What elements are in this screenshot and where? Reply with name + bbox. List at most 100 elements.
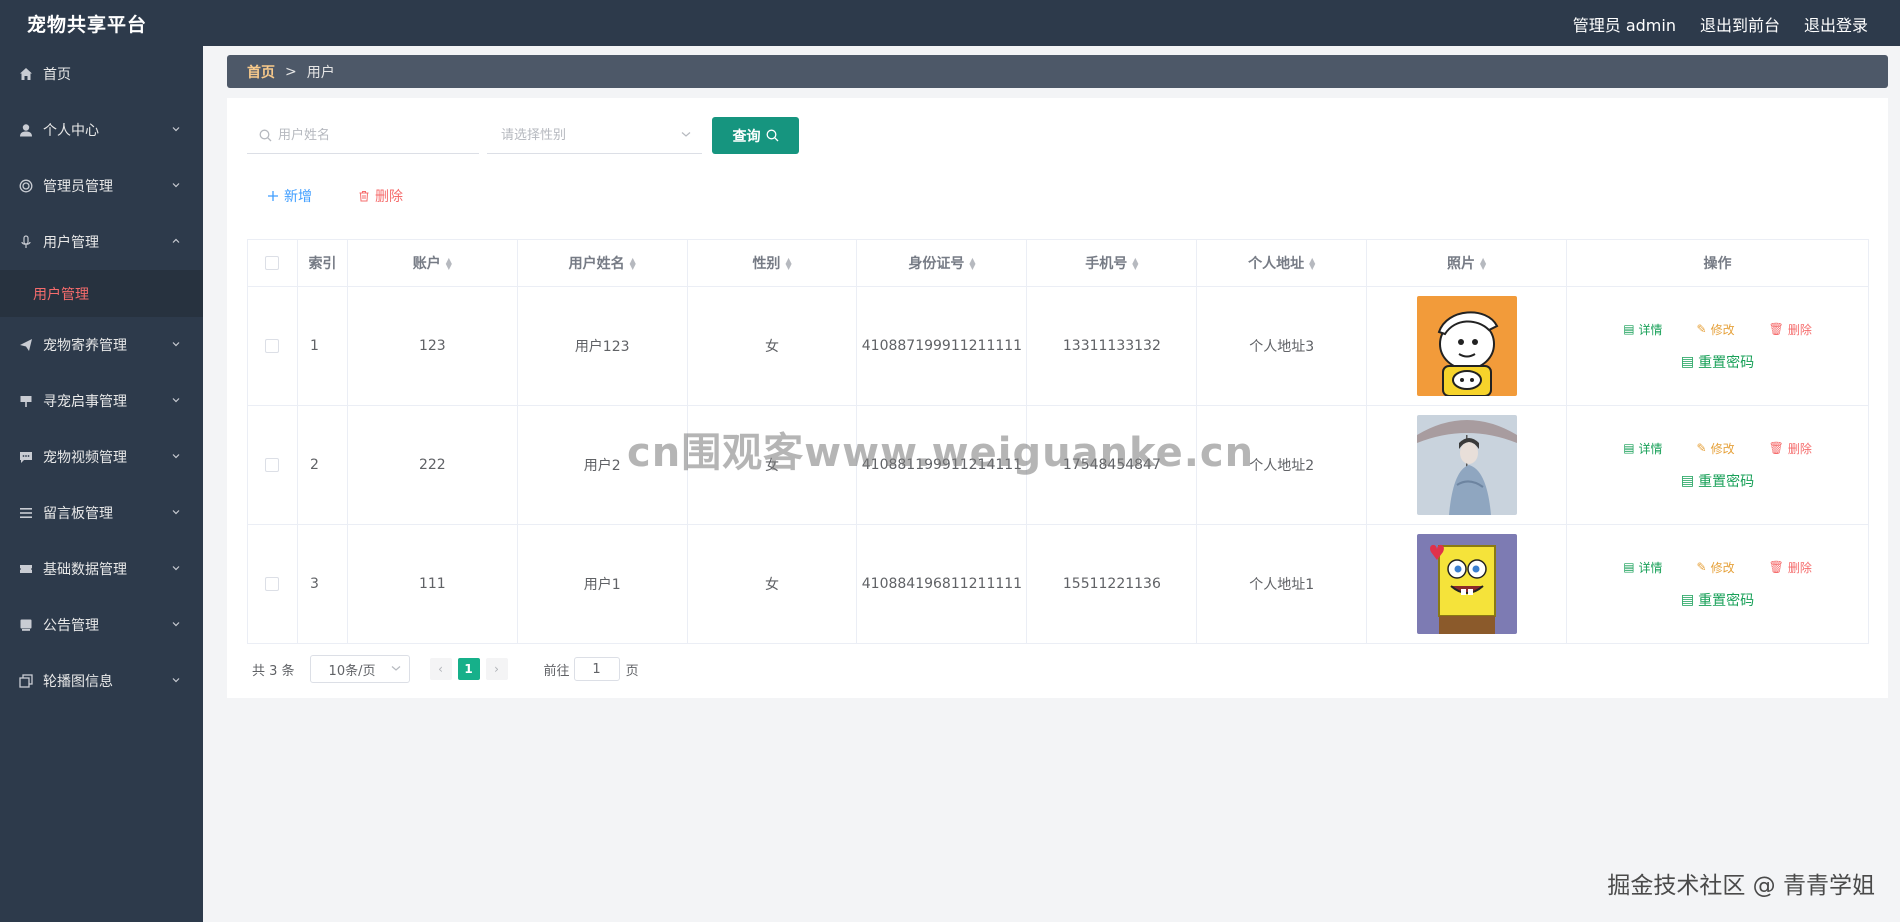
row-checkbox[interactable] bbox=[265, 577, 280, 591]
cell-id-card: 410881199911214111 bbox=[856, 405, 1028, 525]
select-all-checkbox[interactable] bbox=[265, 256, 280, 270]
cell-name: 用户2 bbox=[516, 405, 688, 525]
header-account[interactable]: 账户 ▲ ▼ bbox=[346, 239, 518, 287]
chevron-down-icon bbox=[171, 561, 181, 577]
sidebar-item-notice[interactable]: 公告管理 bbox=[0, 597, 203, 653]
next-page-button[interactable]: › bbox=[485, 658, 508, 680]
submenu-item-user-management[interactable]: 用户管理 bbox=[0, 270, 203, 317]
gender-select[interactable] bbox=[487, 118, 702, 154]
pagination: 共 3 条 10条/页 ‹ 1 › 前往 页 bbox=[252, 655, 639, 683]
sidebar-item-pet-video[interactable]: 宠物视频管理 bbox=[0, 429, 203, 485]
trash-icon: 🗑︎ bbox=[1768, 322, 1784, 336]
edit-button[interactable]: ✎ 修改 bbox=[1697, 321, 1735, 338]
user-photo[interactable] bbox=[1416, 534, 1517, 634]
trash-icon: 🗑︎ bbox=[1768, 441, 1784, 455]
reset-password-button[interactable]: ▤ 重置密码 bbox=[1681, 471, 1754, 491]
sidebar-item-base-data[interactable]: 基础数据管理 bbox=[0, 541, 203, 597]
header-select-all[interactable] bbox=[247, 239, 298, 287]
page-unit-label: 页 bbox=[625, 663, 639, 679]
table-row: 2 222 用户2 女 410881199911214111 175484548… bbox=[247, 405, 1869, 525]
sidebar-item-label: 管理员管理 bbox=[43, 179, 113, 195]
row-checkbox[interactable] bbox=[265, 339, 280, 353]
cell-address: 个人地址1 bbox=[1196, 524, 1368, 644]
name-search-field[interactable] bbox=[247, 118, 479, 154]
sidebar-item-label: 宠物视频管理 bbox=[43, 450, 127, 466]
sort-icon[interactable]: ▲ ▼ bbox=[1132, 257, 1138, 271]
cell-id-card: 410887199911211111 bbox=[856, 286, 1028, 406]
sort-icon[interactable]: ▲ ▼ bbox=[446, 257, 452, 271]
cell-ops: ▤ 详情 ✎ 修改 🗑︎ 删除 ▤ 重置密码 bbox=[1566, 286, 1869, 406]
sort-icon[interactable]: ▲ ▼ bbox=[969, 257, 975, 271]
sidebar-item-lost-pet[interactable]: 寻宠启事管理 bbox=[0, 373, 203, 429]
prev-page-button[interactable]: ‹ bbox=[429, 658, 452, 680]
delete-button[interactable]: 🗑︎ 删除 bbox=[1769, 321, 1812, 338]
logout-link[interactable]: 退出登录 bbox=[1804, 12, 1868, 36]
delete-button[interactable]: 🗑︎ 删除 bbox=[1769, 440, 1812, 457]
cell-id-card: 410884196811211111 bbox=[856, 524, 1028, 644]
sort-icon[interactable]: ▲ ▼ bbox=[1480, 257, 1486, 271]
back-to-front-link[interactable]: 退出到前台 bbox=[1700, 12, 1780, 36]
sidebar-item-home[interactable]: 首页 bbox=[0, 46, 203, 102]
header-address[interactable]: 个人地址 ▲ ▼ bbox=[1196, 239, 1368, 287]
sidebar-item-label: 寻宠启事管理 bbox=[43, 394, 127, 410]
header-name[interactable]: 用户姓名 ▲ ▼ bbox=[516, 239, 688, 287]
edit-button[interactable]: ✎ 修改 bbox=[1697, 559, 1735, 576]
sidebar-item-admin[interactable]: 管理员管理 bbox=[0, 158, 203, 214]
submenu-item-label: 用户管理 bbox=[33, 286, 89, 303]
sidebar-item-user-management[interactable]: 用户管理 bbox=[0, 214, 203, 270]
edit-button[interactable]: ✎ 修改 bbox=[1697, 440, 1735, 457]
row-checkbox[interactable] bbox=[265, 458, 280, 472]
list-icon bbox=[18, 505, 34, 521]
reset-password-button[interactable]: ▤ 重置密码 bbox=[1681, 590, 1754, 610]
chat-icon bbox=[18, 449, 34, 465]
cell-phone: 17548454847 bbox=[1026, 405, 1198, 525]
header-gender[interactable]: 性别 ▲ ▼ bbox=[686, 239, 858, 287]
delete-button[interactable]: 🗑︎ 删除 bbox=[1769, 559, 1812, 576]
sort-icon[interactable]: ▲ ▼ bbox=[1309, 257, 1315, 271]
message-icon bbox=[18, 617, 34, 633]
add-button[interactable]: 新增 bbox=[267, 186, 312, 206]
detail-button[interactable]: ▤ 详情 bbox=[1623, 559, 1662, 576]
sidebar-item-pet-foster[interactable]: 宠物寄养管理 bbox=[0, 317, 203, 373]
name-search-input[interactable] bbox=[278, 128, 479, 143]
total-count: 共 3 条 bbox=[252, 663, 295, 679]
header-id-card[interactable]: 身份证号 ▲ ▼ bbox=[856, 239, 1028, 287]
goto-page-input[interactable] bbox=[573, 657, 620, 681]
sort-icon[interactable]: ▲ ▼ bbox=[630, 257, 636, 271]
batch-delete-button[interactable]: 删除 bbox=[358, 186, 403, 206]
gender-select-input[interactable] bbox=[501, 128, 674, 143]
current-user-label[interactable]: 管理员 admin bbox=[1573, 12, 1676, 36]
header-phone[interactable]: 手机号 ▲ ▼ bbox=[1026, 239, 1198, 287]
sidebar-item-personal-center[interactable]: 个人中心 bbox=[0, 102, 203, 158]
table-header-row: 索引 账户 ▲ ▼ 用户姓名 ▲ ▼ 性别 ▲ ▼ 身份证号 ▲ ▼ 手机号 ▲ ▼ 个人地址 ▲ ▼ … bbox=[247, 239, 1869, 287]
cell-name: 用户1 bbox=[516, 524, 688, 644]
detail-button[interactable]: ▤ 详情 bbox=[1623, 321, 1662, 338]
user-photo[interactable] bbox=[1416, 415, 1517, 515]
sidebar-item-carousel[interactable]: 轮播图信息 bbox=[0, 653, 203, 709]
cell-account: 111 bbox=[346, 524, 518, 644]
chevron-down-icon bbox=[680, 128, 692, 144]
page-number-current[interactable]: 1 bbox=[457, 658, 480, 680]
header-photo[interactable]: 照片 ▲ ▼ bbox=[1366, 239, 1568, 287]
page-size-select[interactable]: 10条/页 bbox=[309, 655, 410, 683]
reset-password-button[interactable]: ▤ 重置密码 bbox=[1681, 352, 1754, 372]
table-row: 3 111 用户1 女 410884196811211111 155112211… bbox=[247, 524, 1869, 644]
sidebar-item-message-board[interactable]: 留言板管理 bbox=[0, 485, 203, 541]
sort-icon[interactable]: ▲ ▼ bbox=[785, 257, 791, 271]
header-label: 用户姓名 bbox=[568, 256, 625, 272]
detail-button[interactable]: ▤ 详情 bbox=[1623, 440, 1662, 457]
breadcrumb-home[interactable]: 首页 bbox=[247, 62, 275, 82]
header-label: 手机号 bbox=[1085, 256, 1128, 272]
row-select-cell[interactable] bbox=[247, 405, 298, 525]
app-title: 宠物共享平台 bbox=[27, 14, 148, 36]
header-label: 照片 bbox=[1447, 256, 1476, 272]
document-icon: ▤ bbox=[1680, 591, 1695, 608]
row-select-cell[interactable] bbox=[247, 524, 298, 644]
edit-icon: ✎ bbox=[1696, 322, 1707, 336]
cell-photo bbox=[1366, 286, 1568, 406]
sign-icon bbox=[18, 393, 34, 409]
query-button[interactable]: 查询 bbox=[712, 117, 799, 154]
user-photo[interactable] bbox=[1416, 296, 1517, 396]
row-select-cell[interactable] bbox=[247, 286, 298, 406]
header-label: 身份证号 bbox=[908, 256, 965, 272]
